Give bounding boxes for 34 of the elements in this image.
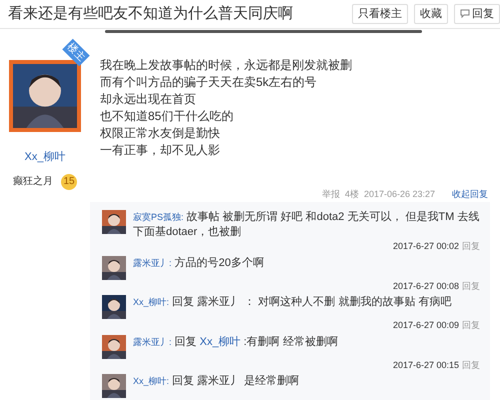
reply-time: 2017-6-27 00:02 (392, 240, 459, 253)
username-link[interactable]: Xx_柳叶 (24, 149, 66, 166)
reply-button[interactable]: 回复 (454, 4, 500, 24)
reply-text: 寂寞PS孤独: 故事帖 被删无所谓 好吧 和dota2 无关可以， 但是我TM 去线下面基dotaer，也被删 (133, 210, 480, 240)
post-text: 一有正事，却不见人影 (100, 143, 221, 158)
reply-time: 2017-6-27 00:09 (392, 319, 459, 332)
username-link[interactable]: Xx_柳叶: (133, 297, 170, 307)
speech-bubble-icon (460, 9, 470, 19)
collapse-replies-link[interactable]: 收起回复 (452, 188, 488, 202)
report-link[interactable]: 举报 (322, 188, 340, 202)
post-text: 权限正常水友倒是勤快 (100, 126, 221, 141)
reply-time: 2017-6-27 00:15 (392, 358, 459, 372)
reply-text: 露米亚丿: 回复 Xx_柳叶 :有删啊 经常被删啊 (133, 334, 338, 350)
reply-text: Xx_柳叶: 回复 露米亚丿 ： 对啊这种人不删 就删我的故事贴 有病吧 (133, 295, 452, 310)
floor-number: 4楼 (344, 188, 359, 202)
username-link[interactable]: Xx_柳叶 (200, 336, 241, 348)
username-link[interactable]: 寂寞PS孤独: (133, 212, 184, 222)
reply-text: 露米亚丿: 方品的号20多个啊 (133, 256, 264, 270)
post-time: 2017-06-26 23:27 (364, 188, 435, 202)
username-link[interactable]: 露米亚丿: (133, 258, 172, 268)
username-link[interactable]: 露米亚丿: (133, 336, 172, 346)
post-text: 我在晚上发故事帖的时候，永远都是刚发就被删 (100, 58, 353, 73)
level-title: 癫狂之月 (13, 174, 53, 189)
header-button[interactable]: 收藏 (414, 4, 448, 24)
post-text: 也不知道85们干什么吃的 (100, 109, 234, 124)
thread-title: 看来还是有些吧友不知道为什么普天同庆啊 (8, 4, 293, 24)
reply-text: Xx_柳叶: 回复 露米亚丿 是经常删啊 (133, 374, 300, 389)
post-text: 而有个叫方品的骗子天天在卖5k左右的号 (100, 75, 318, 90)
reply-time: 2017-6-27 00:08 (392, 280, 459, 292)
scroll-bar[interactable] (105, 30, 422, 33)
header-button[interactable]: 只看楼主 (352, 4, 408, 24)
level-badge: 15 (61, 174, 77, 190)
post-text: 却永远出现在首页 (100, 92, 197, 107)
username-link[interactable]: Xx_柳叶: (133, 376, 170, 386)
